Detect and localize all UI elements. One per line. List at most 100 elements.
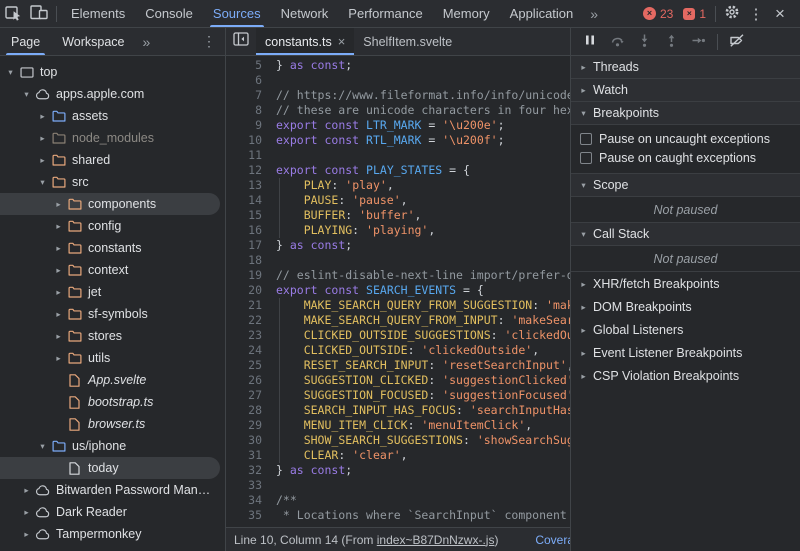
tree-item-context[interactable]: ▸ context — [0, 259, 225, 281]
section-global-listeners[interactable]: ▸ Global Listeners — [571, 319, 800, 341]
line-number[interactable]: 7 — [226, 88, 270, 103]
chevron-right-icon: ▸ — [581, 347, 586, 358]
tab-performance[interactable]: Performance — [338, 0, 432, 27]
checkbox-pause-on-caught-exceptions[interactable]: Pause on caught exceptions — [571, 148, 800, 167]
inspect-element-button[interactable] — [0, 2, 26, 26]
line-number[interactable]: 24 — [226, 343, 270, 358]
line-number[interactable]: 10 — [226, 133, 270, 148]
tab-elements[interactable]: Elements — [61, 0, 135, 27]
line-number[interactable]: 27 — [226, 388, 270, 403]
tab-network[interactable]: Network — [271, 0, 339, 27]
line-number[interactable]: 15 — [226, 208, 270, 223]
step-into-button[interactable] — [632, 30, 656, 54]
section-watch[interactable]: ▸ Watch — [571, 79, 800, 102]
tree-item-shared[interactable]: ▸ shared — [0, 149, 225, 171]
tree-item-jet[interactable]: ▸ jet — [0, 281, 225, 303]
tree-item-stores[interactable]: ▸ stores — [0, 325, 225, 347]
tree-item-node-modules[interactable]: ▸ node_modules — [0, 127, 225, 149]
line-number[interactable]: 28 — [226, 403, 270, 418]
step-over-button[interactable] — [605, 30, 629, 54]
line-number[interactable]: 5 — [226, 58, 270, 73]
tab-page[interactable]: Page — [0, 28, 51, 55]
section-call-stack[interactable]: ▾ Call Stack — [571, 223, 800, 246]
section-event-listener-breakpoints[interactable]: ▸ Event Listener Breakpoints — [571, 342, 800, 364]
tab-workspace[interactable]: Workspace — [51, 28, 135, 55]
line-number[interactable]: 14 — [226, 193, 270, 208]
hide-navigator-button[interactable] — [226, 28, 256, 52]
close-devtools-button[interactable]: × — [768, 2, 792, 26]
line-number[interactable]: 33 — [226, 478, 270, 493]
line-number[interactable]: 16 — [226, 223, 270, 238]
line-number[interactable]: 22 — [226, 313, 270, 328]
tree-item-today[interactable]: today — [0, 457, 220, 479]
tree-item-bootstrap-ts[interactable]: bootstrap.ts — [0, 391, 225, 413]
line-number[interactable]: 11 — [226, 148, 270, 163]
section-csp-violation-breakpoints[interactable]: ▸ CSP Violation Breakpoints — [571, 365, 800, 387]
line-number[interactable]: 30 — [226, 433, 270, 448]
line-number[interactable]: 20 — [226, 283, 270, 298]
line-number[interactable]: 29 — [226, 418, 270, 433]
editor-tab-constants-ts[interactable]: constants.ts × — [256, 28, 355, 55]
line-number[interactable]: 17 — [226, 238, 270, 253]
step-out-button[interactable] — [659, 30, 683, 54]
tree-item-constants[interactable]: ▸ constants — [0, 237, 225, 259]
tree-item-config[interactable]: ▸ config — [0, 215, 225, 237]
tree-item-utils[interactable]: ▸ utils — [0, 347, 225, 369]
tree-item-dark-reader[interactable]: ▸ Dark Reader — [0, 501, 225, 523]
line-number[interactable]: 23 — [226, 328, 270, 343]
coverage-link[interactable]: Covera — [535, 533, 570, 547]
menu-button[interactable]: ⋮ — [744, 2, 768, 26]
code-editor[interactable]: 5 } as const; 6 7 // https://www.filefor… — [226, 56, 570, 527]
more-navigator-tabs-button[interactable]: » — [136, 34, 158, 50]
checkbox-icon[interactable] — [580, 151, 592, 164]
line-number[interactable]: 34 — [226, 493, 270, 508]
deactivate-breakpoints-button[interactable] — [725, 30, 749, 54]
line-number[interactable]: 6 — [226, 73, 270, 88]
tab-sources[interactable]: Sources — [203, 0, 271, 27]
error-count-badge[interactable]: × 23 — [638, 7, 678, 21]
line-number[interactable]: 8 — [226, 103, 270, 118]
line-number[interactable]: 13 — [226, 178, 270, 193]
pause-script-button[interactable] — [578, 30, 602, 54]
close-tab-icon[interactable]: × — [338, 34, 346, 49]
section-dom-breakpoints[interactable]: ▸ DOM Breakpoints — [571, 296, 800, 318]
tree-item-components[interactable]: ▸ components — [0, 193, 220, 215]
editor-tab-shelfitem-svelte[interactable]: ShelfItem.svelte — [354, 28, 461, 55]
line-number[interactable]: 31 — [226, 448, 270, 463]
device-toolbar-button[interactable] — [26, 2, 52, 26]
line-number[interactable]: 12 — [226, 163, 270, 178]
issues-count-badge[interactable]: × 1 — [678, 7, 711, 21]
more-tabs-button[interactable]: » — [583, 6, 605, 22]
tab-console[interactable]: Console — [135, 0, 203, 27]
line-number[interactable]: 35 — [226, 508, 270, 523]
tab-memory[interactable]: Memory — [433, 0, 500, 27]
tree-item-browser-ts[interactable]: browser.ts — [0, 413, 225, 435]
section-breakpoints[interactable]: ▾ Breakpoints — [571, 102, 800, 125]
tree-item-app-svelte[interactable]: App.svelte — [0, 369, 225, 391]
tree-item-tampermonkey[interactable]: ▸ Tampermonkey — [0, 523, 225, 545]
tree-item-sf-symbols[interactable]: ▸ sf-symbols — [0, 303, 225, 325]
tree-item-bitwarden-password-man[interactable]: ▸ Bitwarden Password Man… — [0, 479, 225, 501]
section-scope[interactable]: ▾ Scope — [571, 174, 800, 197]
tree-item-top[interactable]: ▾ top — [0, 61, 225, 83]
tree-item-us-iphone[interactable]: ▾ us/iphone — [0, 435, 225, 457]
tree-item-assets[interactable]: ▸ assets — [0, 105, 225, 127]
navigator-menu-button[interactable]: ⋮ — [193, 33, 225, 50]
line-number[interactable]: 18 — [226, 253, 270, 268]
tab-application[interactable]: Application — [500, 0, 584, 27]
section-threads[interactable]: ▸ Threads — [571, 56, 800, 79]
line-number[interactable]: 32 — [226, 463, 270, 478]
tree-item-apps-apple-com[interactable]: ▾ apps.apple.com — [0, 83, 225, 105]
line-number[interactable]: 25 — [226, 358, 270, 373]
checkbox-pause-on-uncaught-exceptions[interactable]: Pause on uncaught exceptions — [571, 129, 800, 148]
section-xhr-fetch-breakpoints[interactable]: ▸ XHR/fetch Breakpoints — [571, 273, 800, 295]
line-number[interactable]: 9 — [226, 118, 270, 133]
line-number[interactable]: 26 — [226, 373, 270, 388]
settings-button[interactable] — [720, 2, 744, 26]
source-file-link[interactable]: index~B87DnNzwx-.js — [377, 533, 495, 547]
checkbox-icon[interactable] — [580, 132, 592, 145]
line-number[interactable]: 19 — [226, 268, 270, 283]
step-button[interactable] — [686, 30, 710, 54]
line-number[interactable]: 21 — [226, 298, 270, 313]
tree-item-src[interactable]: ▾ src — [0, 171, 225, 193]
